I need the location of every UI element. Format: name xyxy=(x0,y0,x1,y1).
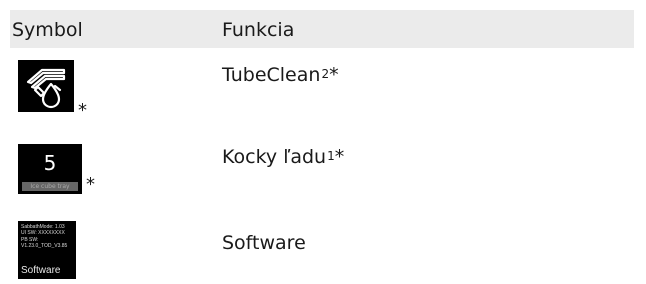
function-tubeclean: TubeClean2* xyxy=(222,64,339,86)
software-icon: SabbathMode: 1.03 UI SW: XXXXXXXX PB SW:… xyxy=(18,221,76,279)
asterisk-1: * xyxy=(78,100,87,121)
function-ice-cubes: Kocky ľadu1* xyxy=(222,146,345,168)
tubeclean-icon xyxy=(18,60,74,112)
asterisk-2: * xyxy=(86,174,95,195)
header-function: Funkcia xyxy=(222,19,295,41)
ice-cube-icon: 5 Ice cube tray xyxy=(18,144,82,194)
function-software: Software xyxy=(222,232,306,254)
header-symbol: Symbol xyxy=(12,19,83,41)
table-header xyxy=(10,10,634,48)
